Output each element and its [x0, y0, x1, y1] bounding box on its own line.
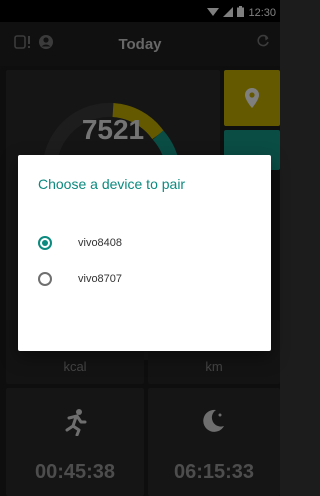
device-label: vivo8408 — [78, 237, 123, 249]
device-option[interactable] — [38, 276, 258, 304]
device-option[interactable]: vivo8408 — [38, 229, 258, 257]
pair-device-dialog: Choose a device to pair vivo8408 vivo870… — [18, 155, 271, 351]
radio-selected-icon[interactable] — [38, 236, 52, 250]
dialog-title: Choose a device to pair — [38, 176, 186, 192]
